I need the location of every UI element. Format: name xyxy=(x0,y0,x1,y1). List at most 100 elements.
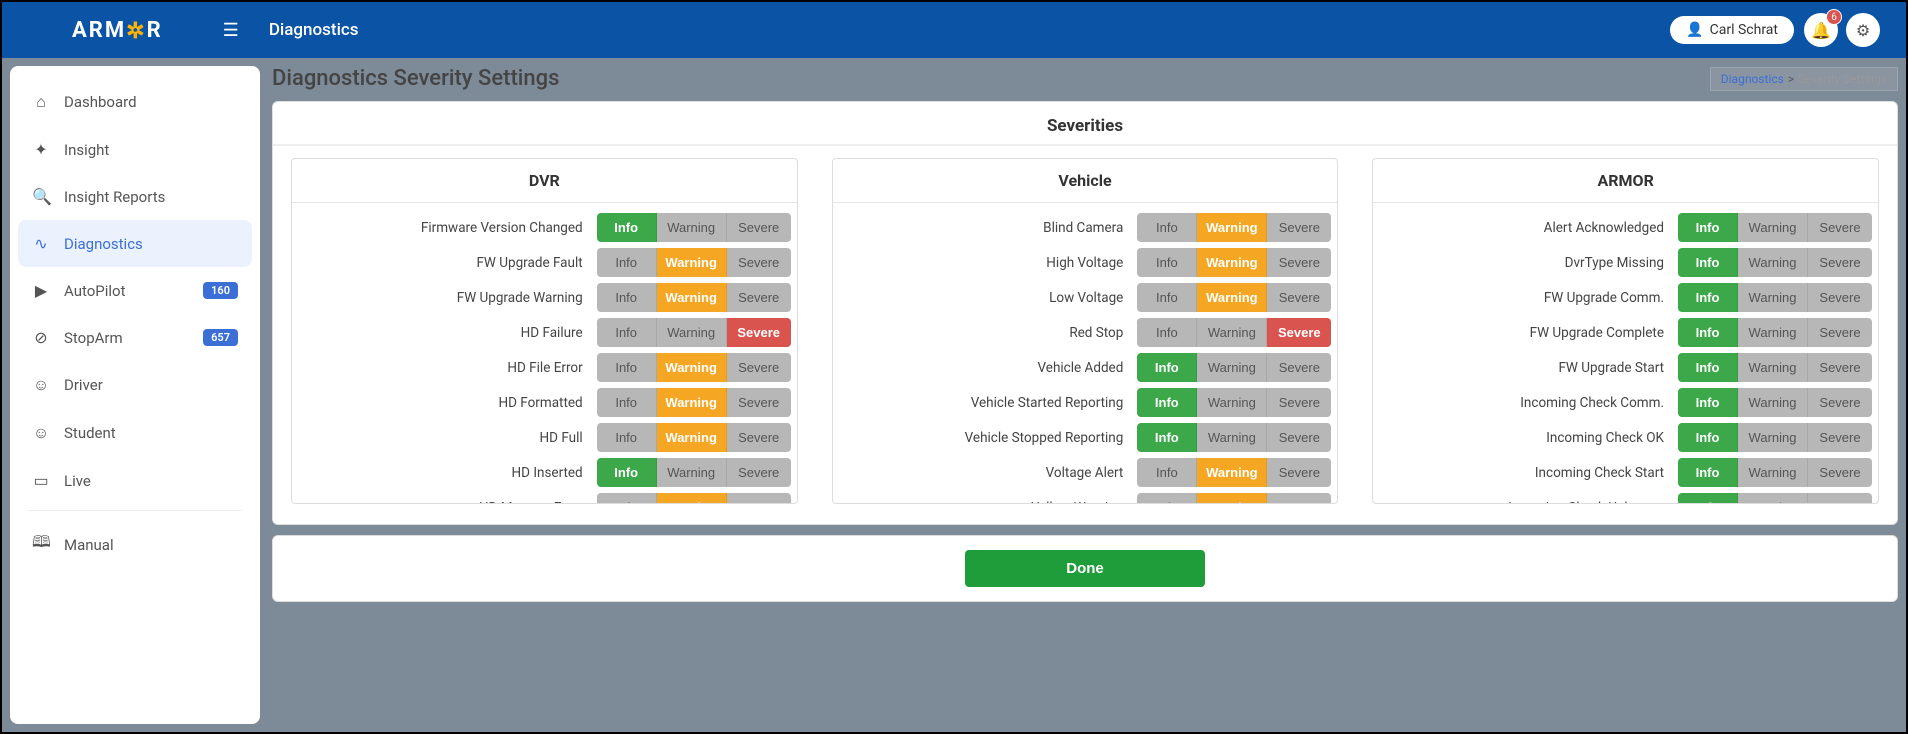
logo[interactable]: ARM✲R xyxy=(72,18,163,43)
severity-option-severe[interactable]: Severe xyxy=(727,493,791,503)
user-menu[interactable]: 👤 Carl Schrat xyxy=(1670,16,1794,44)
group-body[interactable]: Alert AcknowledgedInfoWarningSevereDvrTy… xyxy=(1373,203,1878,503)
sidebar-item-stoparm[interactable]: ⊘StopArm657 xyxy=(18,314,252,361)
severity-option-info[interactable]: Info xyxy=(1137,423,1197,452)
severity-option-info[interactable]: Info xyxy=(1678,388,1738,417)
severity-option-warning[interactable]: Warning xyxy=(657,318,727,347)
severity-option-info[interactable]: Info xyxy=(1137,318,1197,347)
severity-option-warning[interactable]: Warning xyxy=(1738,493,1808,503)
severity-option-warning[interactable]: Warning xyxy=(657,423,727,452)
severity-option-warning[interactable]: Warning xyxy=(657,283,727,312)
hamburger-icon[interactable]: ☰ xyxy=(223,20,239,41)
severity-option-warning[interactable]: Warning xyxy=(1197,423,1267,452)
severity-option-info[interactable]: Info xyxy=(597,423,657,452)
sidebar-item-diagnostics[interactable]: ∿Diagnostics xyxy=(18,220,252,267)
severity-option-info[interactable]: Info xyxy=(1678,283,1738,312)
group-body[interactable]: Blind CameraInfoWarningSevereHigh Voltag… xyxy=(833,203,1338,503)
severity-option-severe[interactable]: Severe xyxy=(727,213,791,242)
severity-option-warning[interactable]: Warning xyxy=(1738,458,1808,487)
severity-option-info[interactable]: Info xyxy=(597,388,657,417)
severity-option-severe[interactable]: Severe xyxy=(1808,493,1872,503)
severity-option-info[interactable]: Info xyxy=(1678,318,1738,347)
sidebar-item-insight[interactable]: ✦Insight xyxy=(18,126,252,173)
severity-option-info[interactable]: Info xyxy=(1137,353,1197,382)
severity-option-warning[interactable]: Warning xyxy=(1738,213,1808,242)
severity-option-info[interactable]: Info xyxy=(597,283,657,312)
severity-option-severe[interactable]: Severe xyxy=(1808,318,1872,347)
severity-option-info[interactable]: Info xyxy=(1137,458,1197,487)
severity-option-info[interactable]: Info xyxy=(1678,353,1738,382)
severity-option-severe[interactable]: Severe xyxy=(1267,283,1331,312)
severity-option-severe[interactable]: Severe xyxy=(727,423,791,452)
severity-option-warning[interactable]: Warning xyxy=(1197,353,1267,382)
severity-option-severe[interactable]: Severe xyxy=(727,283,791,312)
severity-option-severe[interactable]: Severe xyxy=(727,248,791,277)
severity-option-info[interactable]: Info xyxy=(597,248,657,277)
severity-option-severe[interactable]: Severe xyxy=(727,318,791,347)
settings-button[interactable]: ⚙ xyxy=(1846,13,1880,47)
sidebar-item-autopilot[interactable]: ▶AutoPilot160 xyxy=(18,267,252,314)
severity-option-info[interactable]: Info xyxy=(1678,423,1738,452)
severity-option-info[interactable]: Info xyxy=(1137,388,1197,417)
sidebar-item-driver[interactable]: ☺Driver xyxy=(18,361,252,409)
severity-option-info[interactable]: Info xyxy=(1678,493,1738,503)
sidebar-item-insight-reports[interactable]: 🔍Insight Reports xyxy=(18,173,252,220)
severity-option-severe[interactable]: Severe xyxy=(1267,388,1331,417)
notifications-button[interactable]: 🔔 6 xyxy=(1804,13,1838,47)
severity-option-info[interactable]: Info xyxy=(597,458,657,487)
severity-option-warning[interactable]: Warning xyxy=(1197,283,1267,312)
severity-option-warning[interactable]: Warning xyxy=(1738,283,1808,312)
done-button[interactable]: Done xyxy=(965,550,1205,587)
severity-option-severe[interactable]: Severe xyxy=(1808,213,1872,242)
breadcrumb-parent[interactable]: Diagnostics xyxy=(1721,72,1784,86)
severity-option-warning[interactable]: Warning xyxy=(1738,248,1808,277)
severity-option-warning[interactable]: Warning xyxy=(1197,493,1267,503)
severity-option-severe[interactable]: Severe xyxy=(727,458,791,487)
severity-option-warning[interactable]: Warning xyxy=(1738,353,1808,382)
severity-option-info[interactable]: Info xyxy=(597,318,657,347)
severity-option-info[interactable]: Info xyxy=(1137,493,1197,503)
severity-option-info[interactable]: Info xyxy=(1137,248,1197,277)
severity-option-warning[interactable]: Warning xyxy=(1197,388,1267,417)
severity-option-warning[interactable]: Warning xyxy=(1197,248,1267,277)
severity-option-warning[interactable]: Warning xyxy=(1197,318,1267,347)
severity-option-severe[interactable]: Severe xyxy=(1808,458,1872,487)
severity-option-info[interactable]: Info xyxy=(597,353,657,382)
severity-option-severe[interactable]: Severe xyxy=(1808,423,1872,452)
severity-option-info[interactable]: Info xyxy=(597,213,657,242)
severity-option-warning[interactable]: Warning xyxy=(657,248,727,277)
severity-option-severe[interactable]: Severe xyxy=(1808,353,1872,382)
sidebar-item-live[interactable]: ▭Live xyxy=(18,457,252,504)
severity-option-warning[interactable]: Warning xyxy=(1197,458,1267,487)
severity-option-severe[interactable]: Severe xyxy=(727,388,791,417)
severity-option-severe[interactable]: Severe xyxy=(1267,318,1331,347)
sidebar-item-manual[interactable]: 🕮Manual xyxy=(18,517,252,572)
severity-option-info[interactable]: Info xyxy=(1137,213,1197,242)
severity-option-warning[interactable]: Warning xyxy=(657,353,727,382)
severity-option-severe[interactable]: Severe xyxy=(1267,213,1331,242)
severity-option-severe[interactable]: Severe xyxy=(1267,423,1331,452)
severity-option-warning[interactable]: Warning xyxy=(1738,388,1808,417)
severity-option-severe[interactable]: Severe xyxy=(1267,353,1331,382)
sidebar-item-student[interactable]: ☺Student xyxy=(18,409,252,457)
severity-option-warning[interactable]: Warning xyxy=(1197,213,1267,242)
severity-option-warning[interactable]: Warning xyxy=(657,458,727,487)
severity-option-info[interactable]: Info xyxy=(1678,248,1738,277)
severity-option-warning[interactable]: Warning xyxy=(657,388,727,417)
severity-option-info[interactable]: Info xyxy=(1137,283,1197,312)
severity-option-info[interactable]: Info xyxy=(1678,458,1738,487)
group-body[interactable]: Firmware Version ChangedInfoWarningSever… xyxy=(292,203,797,503)
severity-option-warning[interactable]: Warning xyxy=(1738,423,1808,452)
severity-option-warning[interactable]: Warning xyxy=(657,213,727,242)
sidebar-item-dashboard[interactable]: ⌂Dashboard xyxy=(18,78,252,126)
severity-option-severe[interactable]: Severe xyxy=(1267,458,1331,487)
severity-option-info[interactable]: Info xyxy=(1678,213,1738,242)
severity-option-severe[interactable]: Severe xyxy=(1267,493,1331,503)
severity-option-severe[interactable]: Severe xyxy=(1267,248,1331,277)
severity-option-severe[interactable]: Severe xyxy=(1808,283,1872,312)
severity-option-warning[interactable]: Warning xyxy=(1738,318,1808,347)
severity-option-info[interactable]: Info xyxy=(597,493,657,503)
severity-option-severe[interactable]: Severe xyxy=(1808,388,1872,417)
severity-option-warning[interactable]: Warning xyxy=(657,493,727,503)
severity-option-severe[interactable]: Severe xyxy=(727,353,791,382)
